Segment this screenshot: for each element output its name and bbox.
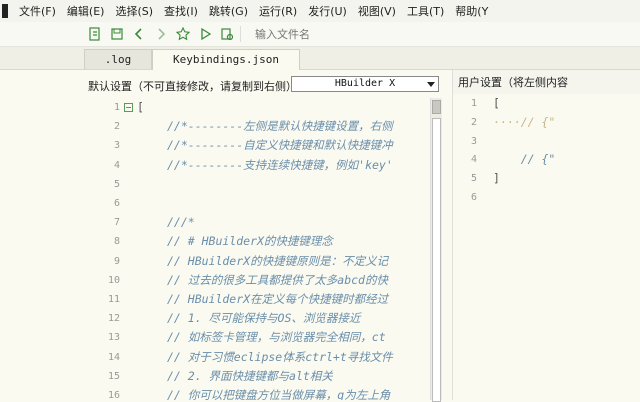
play-icon[interactable]	[196, 25, 214, 43]
code-text: //*--------支持连续快捷键，例如'key'	[167, 157, 393, 172]
code-line: 1[	[453, 94, 640, 113]
forward-arrow-icon[interactable]	[152, 25, 170, 43]
tab-log[interactable]: .log	[84, 49, 152, 69]
code-line: 4 //*--------支持连续快捷键，例如'key'	[0, 156, 430, 175]
code-line: 5]	[453, 169, 640, 188]
fold-toggle-icon[interactable]	[124, 103, 133, 112]
code-line: 10 // 过去的很多工具都提供了太多abcd的快	[0, 271, 430, 290]
back-arrow-icon[interactable]	[130, 25, 148, 43]
code-text: // 对于习惯eclipse体系ctrl+t寻找文件	[167, 349, 393, 364]
menu-goto[interactable]: 跳转(G)	[204, 3, 254, 19]
keymap-preset-value: HBuilder X	[334, 78, 396, 89]
code-line: 7 ///*	[0, 213, 430, 232]
default-keybindings-editor[interactable]: 1[2//*--------左侧是默认快捷键设置，右侧 3//*--------自…	[0, 98, 452, 400]
line-number: 16	[107, 390, 120, 400]
line-number: 1	[113, 102, 120, 113]
code-text: ····// {"	[493, 114, 556, 129]
line-number: 15	[107, 370, 120, 382]
code-line: 8 // # HBuilderX的快捷键理念	[0, 232, 430, 251]
line-number: 1	[470, 98, 477, 109]
default-settings-label: 默认设置（不可直接修改，请复制到右侧）	[88, 80, 297, 93]
code-line: 14 // 对于习惯eclipse体系ctrl+t寻找文件	[0, 348, 430, 367]
keymap-preset-select[interactable]: HBuilder X	[291, 76, 439, 92]
line-number: 13	[107, 332, 120, 344]
app-logo-icon	[2, 4, 8, 18]
chevron-down-icon	[427, 82, 435, 87]
line-number: 2	[470, 116, 477, 128]
menu-file[interactable]: 文件(F)	[14, 3, 62, 19]
code-line: 2 ····// {"	[453, 113, 640, 132]
code-text: // 2. 界面快捷键都与alt相关	[167, 368, 333, 383]
code-text: // # HBuilderX的快捷键理念	[167, 234, 333, 249]
new-file-icon[interactable]	[86, 25, 104, 43]
left-editor-scrollbar[interactable]	[430, 98, 442, 402]
code-line: 2 //*--------左侧是默认快捷键设置，右侧	[0, 117, 430, 136]
menu-find[interactable]: 查找(I)	[159, 3, 204, 19]
menu-tools[interactable]: 工具(T)	[402, 3, 450, 19]
code-text: // HBuilderX在定义每个快捷键时都经过	[167, 292, 389, 306]
line-number: 5	[113, 178, 120, 190]
code-text: ///*	[167, 215, 195, 230]
toolbar	[0, 22, 640, 47]
code-text: // HBuilderX的快捷键原则是：不定义记	[167, 253, 389, 268]
preview-icon[interactable]	[218, 25, 236, 43]
menu-run[interactable]: 运行(R)	[254, 3, 303, 19]
line-number: 12	[107, 313, 120, 325]
code-line: 16 // 你可以把键盘方位当做屏幕，q为左上角	[0, 386, 430, 400]
code-line: 3 //*--------自定义快捷键和默认快捷键冲	[0, 136, 430, 155]
code-line: 1[	[0, 98, 430, 117]
code-text: // 如标签卡管理，与浏览器完全相同，ct	[167, 330, 386, 345]
line-number: 2	[113, 121, 120, 133]
code-line: 5	[0, 175, 430, 194]
line-number: 10	[107, 274, 120, 286]
menu-publish[interactable]: 发行(U)	[303, 3, 353, 19]
line-number: 8	[113, 236, 120, 248]
line-number: 5	[470, 173, 477, 185]
code-text: //*--------自定义快捷键和默认快捷键冲	[167, 138, 393, 153]
code-text: [	[137, 100, 144, 114]
code-line: 4 // {"	[453, 150, 640, 169]
line-number: 6	[470, 192, 477, 203]
line-number: 6	[113, 198, 120, 209]
tab-keybindings-json[interactable]: Keybindings.json	[152, 49, 300, 70]
toolbar-divider	[240, 26, 241, 42]
scrollbar-thumb[interactable]	[432, 118, 441, 402]
code-text: //*--------左侧是默认快捷键设置，右侧	[167, 119, 393, 134]
line-number: 3	[470, 135, 477, 147]
line-number: 3	[113, 140, 120, 152]
code-line: 11 // HBuilderX在定义每个快捷键时都经过	[0, 290, 430, 309]
code-text: // 你可以把键盘方位当做屏幕，q为左上角	[167, 388, 391, 400]
default-settings-header: 默认设置（不可直接修改，请复制到右侧） HBuilder X	[0, 70, 452, 98]
menu-bar: 文件(F) 编辑(E) 选择(S) 查找(I) 跳转(G) 运行(R) 发行(U…	[0, 0, 640, 22]
code-text: // 过去的很多工具都提供了太多abcd的快	[167, 272, 388, 287]
code-text: // {"	[493, 152, 556, 167]
menu-edit[interactable]: 编辑(E)	[62, 3, 111, 19]
code-line: 12 // 1. 尽可能保持与OS、浏览器接近	[0, 309, 430, 328]
file-name-input[interactable]	[255, 25, 555, 43]
user-keybindings-editor[interactable]: 1[2 ····// {" 3 4 // {" 5] 6	[452, 94, 640, 400]
code-line: 15 // 2. 界面快捷键都与alt相关	[0, 367, 430, 386]
menu-help[interactable]: 帮助(Y	[450, 3, 494, 19]
code-line: 13 // 如标签卡管理，与浏览器完全相同，ct	[0, 328, 430, 347]
scrollbar-up-button[interactable]	[432, 100, 441, 114]
code-text: [	[493, 96, 500, 110]
line-number: 7	[113, 217, 120, 229]
code-line: 6	[453, 188, 640, 207]
menu-select[interactable]: 选择(S)	[110, 3, 159, 19]
code-text: ]	[493, 171, 500, 186]
line-number: 14	[107, 351, 120, 363]
user-settings-label: 用户设置（将左侧内容	[458, 76, 568, 89]
code-line: 3	[453, 132, 640, 151]
code-text: // 1. 尽可能保持与OS、浏览器接近	[167, 311, 361, 326]
code-line: 9 // HBuilderX的快捷键原则是：不定义记	[0, 252, 430, 271]
line-number: 4	[470, 154, 477, 166]
tab-bar: .log Keybindings.json	[0, 47, 640, 70]
line-number: 4	[113, 159, 120, 171]
line-number: 9	[113, 255, 120, 267]
menu-view[interactable]: 视图(V)	[353, 3, 402, 19]
star-icon[interactable]	[174, 25, 192, 43]
line-number: 11	[107, 294, 120, 305]
code-line: 6	[0, 194, 430, 213]
save-icon[interactable]	[108, 25, 126, 43]
